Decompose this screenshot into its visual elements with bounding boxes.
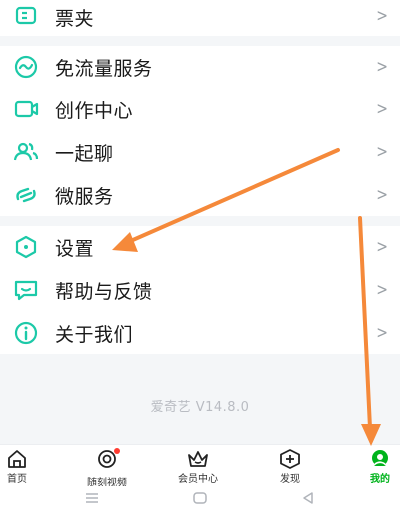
menu-label-help: 帮助与反馈: [55, 281, 153, 303]
chevron-right-icon: >: [376, 323, 388, 343]
ticket-icon: [15, 6, 37, 25]
home-icon: [8, 450, 26, 468]
tab-discover-label: 发现: [280, 474, 300, 485]
crown-icon: [188, 451, 208, 467]
back-icon[interactable]: [300, 490, 316, 506]
menu-item-creation[interactable]: 创作中心 >: [0, 88, 400, 131]
wave-circle-icon: [14, 55, 38, 79]
people-icon: [13, 142, 39, 161]
menu-label-settings: 设置: [55, 238, 95, 260]
bottom-tab-bar: 首页 随刻视频 会员中心 发现 我的: [0, 444, 400, 489]
settings-hexagon-icon: [15, 235, 37, 259]
menu-item-about[interactable]: 关于我们 >: [0, 312, 400, 354]
menu-label-ticket: 票夹: [55, 8, 95, 30]
chevron-right-icon: >: [376, 6, 388, 26]
tab-discover[interactable]: 发现: [274, 445, 306, 487]
menu-item-settings[interactable]: 设置 >: [0, 226, 400, 268]
tab-vip-center-label: 会员中心: [178, 474, 218, 485]
menu-label-about: 关于我们: [55, 324, 134, 346]
message-icon: [14, 280, 38, 301]
link-icon: [16, 187, 36, 203]
chevron-right-icon: >: [376, 280, 388, 300]
menu-item-help[interactable]: 帮助与反馈 >: [0, 268, 400, 312]
system-nav-bar: [0, 486, 400, 513]
chevron-right-icon: >: [376, 99, 388, 119]
tab-home-label: 首页: [7, 474, 27, 485]
group-divider: [0, 36, 400, 46]
menu-label-micro-service: 微服务: [55, 186, 114, 208]
chevron-right-icon: >: [376, 237, 388, 257]
menu-label-creation: 创作中心: [55, 100, 134, 122]
chevron-right-icon: >: [376, 57, 388, 77]
plus-hexagon-icon: [280, 449, 300, 469]
menu-icon[interactable]: [84, 490, 100, 506]
tab-mine[interactable]: 我的: [364, 445, 396, 487]
notification-dot: [114, 448, 120, 454]
video-camera-icon: [14, 100, 39, 118]
menu-label-free-traffic: 免流量服务: [55, 58, 153, 80]
version-label: 爱奇艺 V14.8.0: [150, 400, 250, 415]
chevron-right-icon: >: [376, 142, 388, 162]
menu-item-free-traffic[interactable]: 免流量服务 >: [0, 46, 400, 88]
tab-mine-label: 我的: [370, 474, 390, 485]
menu-label-chat: 一起聊: [55, 143, 114, 165]
profile-icon: [372, 450, 388, 466]
tab-vip-center[interactable]: 会员中心: [170, 445, 226, 487]
group-divider: [0, 216, 400, 226]
menu-item-ticket[interactable]: 票夹 >: [0, 0, 400, 36]
home-button-icon[interactable]: [192, 490, 208, 506]
tab-random-video[interactable]: 随刻视频: [82, 445, 132, 489]
chevron-right-icon: >: [376, 185, 388, 205]
info-icon: [14, 321, 38, 345]
menu-item-micro-service[interactable]: 微服务 >: [0, 174, 400, 216]
menu-item-chat[interactable]: 一起聊 >: [0, 131, 400, 174]
tab-home[interactable]: 首页: [0, 445, 34, 487]
